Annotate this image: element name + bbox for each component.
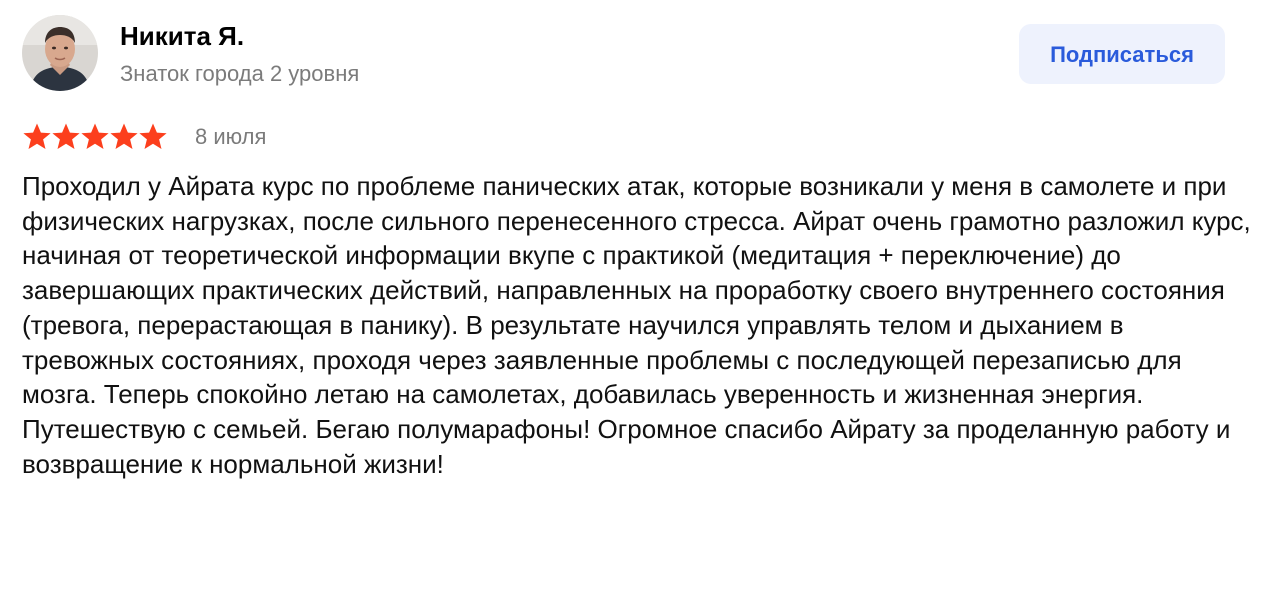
author-level: Знаток города 2 уровня [120,61,360,86]
user-photo-icon [22,15,98,91]
review-card: Никита Я. Знаток города 2 уровня Подписа… [0,0,1280,589]
star-rating [22,121,167,153]
subscribe-button[interactable]: Подписаться [1019,24,1225,84]
review-date: 8 июля [195,124,267,149]
avatar[interactable] [22,15,98,91]
author-name[interactable]: Никита Я. [120,19,244,53]
star-icon [81,123,109,149]
review-text: Проходил у Айрата курс по проблеме панич… [22,171,1251,479]
star-icon [23,123,51,149]
star-icon [139,123,167,149]
star-icon [110,123,138,149]
star-icon [52,123,80,149]
